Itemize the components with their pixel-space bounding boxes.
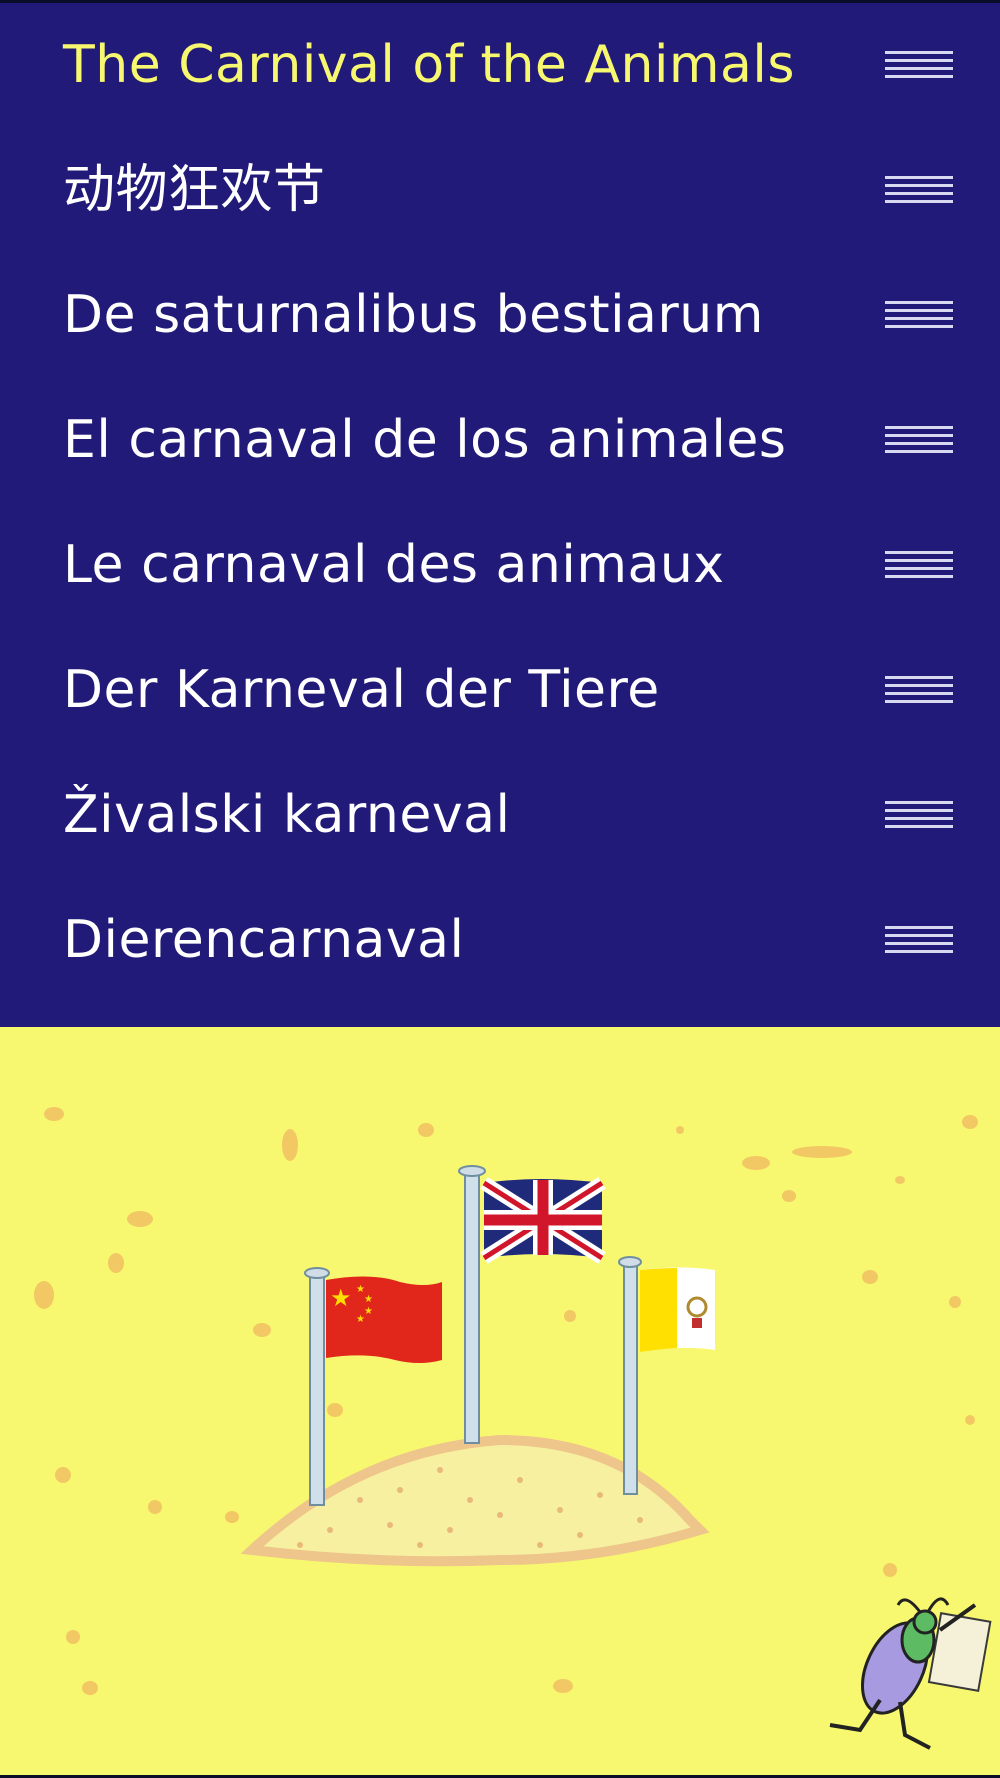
language-item-chinese[interactable]: 动物狂欢节: [0, 128, 1000, 253]
language-item-german[interactable]: Der Karneval der Tiere: [0, 628, 1000, 753]
language-item-latin[interactable]: De saturnalibus bestiarum: [0, 253, 1000, 378]
vatican-flag-icon: [618, 1256, 715, 1495]
svg-text:★: ★: [364, 1294, 373, 1305]
language-label: The Carnival of the Animals: [63, 35, 795, 95]
flags-illustration: ★ ★ ★ ★ ★: [34, 1107, 992, 1750]
language-item-english[interactable]: The Carnival of the Animals: [0, 3, 1000, 128]
drag-handle-icon[interactable]: [885, 426, 953, 454]
drag-handle-icon[interactable]: [885, 301, 953, 329]
drag-handle-icon[interactable]: [885, 176, 953, 204]
drag-handle-icon[interactable]: [885, 676, 953, 704]
svg-text:★: ★: [330, 1284, 352, 1312]
language-item-slovenian[interactable]: Živalski karneval: [0, 753, 1000, 878]
language-item-spanish[interactable]: El carnaval de los animales: [0, 378, 1000, 503]
language-label: El carnaval de los animales: [63, 410, 787, 470]
language-item-dutch[interactable]: Dierencarnaval: [0, 878, 1000, 1003]
language-label: Le carnaval des animaux: [63, 535, 725, 595]
drag-handle-icon[interactable]: [885, 801, 953, 829]
svg-text:★: ★: [364, 1306, 373, 1317]
language-item-french[interactable]: Le carnaval des animaux: [0, 503, 1000, 628]
drag-handle-icon[interactable]: [885, 926, 953, 954]
language-label: Dierencarnaval: [63, 910, 465, 970]
language-label: De saturnalibus bestiarum: [63, 285, 764, 345]
drag-handle-icon[interactable]: [885, 51, 953, 79]
svg-text:★: ★: [356, 1314, 365, 1325]
language-label: Der Karneval der Tiere: [63, 660, 660, 720]
cricket-mascot-icon[interactable]: [829, 1597, 992, 1750]
uk-flag-icon: [458, 1165, 606, 1444]
language-label: Živalski karneval: [63, 785, 511, 845]
drag-handle-icon[interactable]: [885, 551, 953, 579]
language-label: 动物狂欢节: [63, 160, 326, 220]
language-list: The Carnival of the Animals 动物狂欢节 De sat…: [0, 3, 1000, 1027]
